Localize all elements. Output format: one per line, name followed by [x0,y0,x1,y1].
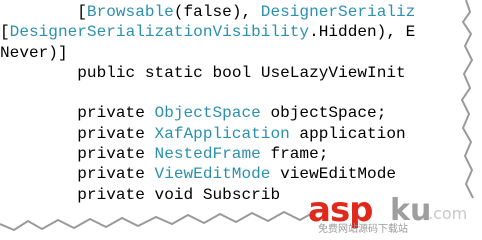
watermark-tagline: 免费网站源码下载站 [318,224,408,235]
code-token: void [154,185,194,204]
code-token: frame; [260,145,329,164]
code-token: ( [173,3,184,21]
code-token: private [77,165,145,184]
code-editor: [Browsable(false), DesignerSerializ [Desi… [0,2,482,205]
code-line: [DesignerSerializationVisibility.Hidden)… [0,22,482,42]
code-token: application [289,124,406,143]
code-token: private [77,145,145,164]
code-line: [Browsable(false), DesignerSerializ [0,2,482,22]
code-token: private [77,185,145,204]
code-token: private [77,104,145,123]
watermark-domain: .com [428,204,468,223]
code-token: ViewEditMode [154,165,271,184]
code-token: bool [212,63,252,82]
torn-bottom-shadow [0,210,317,232]
code-token: [ [0,3,87,21]
code-token: DesignerSerializ [260,3,416,21]
code-token: viewEditMode [270,165,397,184]
code-token: DesignerSerializationVisibility [9,23,310,42]
code-line: public static bool UseLazyViewInit [0,63,482,83]
code-token: Browsable [86,3,174,21]
code-line: private ObjectSpace objectSpace; [0,103,482,123]
torn-bottom-edge [0,211,482,240]
code-token: ), [231,3,261,21]
code-token: private [77,124,145,143]
code-token: static [144,63,203,82]
code-line: private ViewEditMode viewEditMode [0,164,482,184]
code-token: public [77,63,136,82]
code-token: Subscrib [193,185,281,204]
code-token: UseLazyViewInit [251,63,406,82]
code-token: objectSpace; [260,104,387,123]
code-token: Never)] [0,43,68,62]
code-line: private XafApplication application [0,124,482,144]
code-token: XafApplication [154,124,290,143]
code-token: false [183,3,232,21]
code-token: [ [0,23,10,42]
code-line: private void Subscrib [0,185,482,205]
code-token: NestedFrame [154,145,261,164]
code-screenshot: [Browsable(false), DesignerSerializ [Desi… [0,0,482,240]
code-token: ObjectSpace [154,104,261,123]
code-token: .Hidden), E [309,23,416,42]
code-line: Never)] [0,43,482,63]
code-line: private NestedFrame frame; [0,144,482,164]
